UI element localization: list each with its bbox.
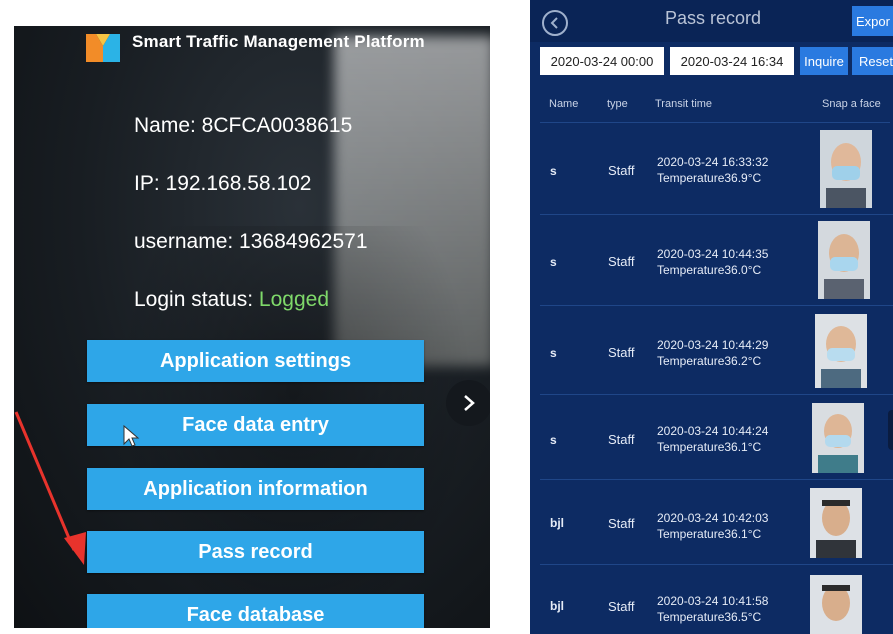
row-transit-time: 2020-03-24 10:44:24 Temperature36.1°C: [657, 423, 768, 455]
application-information-button[interactable]: Application information: [87, 468, 424, 510]
chevron-right-icon: [464, 395, 475, 411]
column-header-transit-time: Transit time: [655, 98, 713, 110]
face-photo-icon: [815, 314, 867, 388]
application-settings-button[interactable]: Application settings: [87, 340, 424, 382]
face-photo-icon: [810, 575, 862, 634]
back-arrow-icon: [550, 17, 558, 29]
table-row[interactable]: s Staff 2020-03-24 10:44:29 Temperature3…: [540, 306, 893, 395]
device-ip: IP: 192.168.58.102: [134, 172, 312, 195]
login-status: Login status: Logged: [134, 288, 329, 312]
row-type: Staff: [608, 345, 635, 360]
row-time: 2020-03-24 10:44:29: [657, 338, 769, 352]
row-type: Staff: [608, 163, 635, 178]
table-row[interactable]: s Staff 2020-03-24 10:44:35 Temperature3…: [540, 215, 893, 306]
row-temperature: Temperature36.2°C: [657, 354, 762, 368]
page-title: Pass record: [665, 8, 762, 28]
row-transit-time: 2020-03-24 10:41:58 Temperature36.5°C: [657, 593, 768, 625]
cursor-icon: [123, 424, 140, 447]
row-transit-time: 2020-03-24 10:44:35 Temperature36.0°C: [657, 246, 768, 278]
row-transit-time: 2020-03-24 10:42:03 Temperature36.1°C: [657, 510, 768, 542]
row-temperature: Temperature36.9°C: [657, 171, 762, 185]
row-name: s: [550, 433, 557, 447]
export-button[interactable]: Expor: [852, 6, 893, 36]
back-button[interactable]: [542, 10, 568, 36]
column-header-name: Name: [549, 98, 579, 110]
row-name: s: [550, 255, 557, 269]
row-time: 2020-03-24 16:33:32: [657, 155, 769, 169]
logo-icon: [86, 34, 120, 62]
table-row[interactable]: s Staff 2020-03-24 16:33:32 Temperature3…: [540, 124, 893, 215]
row-name: bjl: [550, 599, 564, 613]
device-username: username: 13684962571: [134, 230, 368, 253]
table-row[interactable]: s Staff 2020-03-24 10:44:24 Temperature3…: [540, 395, 893, 480]
login-status-value: Logged: [258, 288, 329, 311]
row-name: s: [550, 164, 557, 178]
row-type: Staff: [608, 254, 635, 269]
row-type: Staff: [608, 432, 635, 447]
red-arrow-icon: [14, 411, 86, 565]
header-divider: [540, 122, 890, 123]
row-temperature: Temperature36.1°C: [657, 527, 762, 541]
row-time: 2020-03-24 10:44:35: [657, 247, 769, 261]
side-scroll-handle[interactable]: [888, 410, 893, 450]
row-name: s: [550, 346, 557, 360]
row-time: 2020-03-24 10:44:24: [657, 424, 769, 438]
face-photo-icon: [818, 221, 870, 299]
reset-button[interactable]: Reset: [852, 47, 893, 75]
row-type: Staff: [608, 599, 635, 614]
pass-record-button[interactable]: Pass record: [87, 531, 424, 573]
row-time: 2020-03-24 10:42:03: [657, 511, 769, 525]
device-name: Name: 8CFCA0038615: [134, 114, 353, 137]
row-temperature: Temperature36.1°C: [657, 440, 762, 454]
column-header-type: type: [607, 98, 628, 110]
face-photo-icon: [820, 130, 872, 208]
inquire-button[interactable]: Inquire: [800, 47, 848, 75]
login-status-label: Login status:: [134, 288, 259, 311]
next-page-button[interactable]: [446, 380, 490, 426]
row-name: bjl: [550, 516, 564, 530]
row-time: 2020-03-24 10:41:58: [657, 594, 769, 608]
column-header-snap-face: Snap a face: [822, 98, 881, 110]
pass-record-screen: Pass record Expor 2020-03-24 00:00 2020-…: [530, 0, 893, 634]
face-photo-icon: [812, 403, 864, 473]
face-database-button[interactable]: Face database: [87, 594, 424, 628]
table-row[interactable]: bjl Staff 2020-03-24 10:41:58 Temperatur…: [540, 565, 893, 634]
start-date-field[interactable]: 2020-03-24 00:00: [540, 47, 664, 75]
row-temperature: Temperature36.5°C: [657, 610, 762, 624]
row-type: Staff: [608, 516, 635, 531]
face-photo-icon: [810, 488, 862, 558]
row-transit-time: 2020-03-24 10:44:29 Temperature36.2°C: [657, 337, 768, 369]
end-date-field[interactable]: 2020-03-24 16:34: [670, 47, 794, 75]
row-transit-time: 2020-03-24 16:33:32 Temperature36.9°C: [657, 154, 768, 186]
row-temperature: Temperature36.0°C: [657, 263, 762, 277]
table-row[interactable]: bjl Staff 2020-03-24 10:42:03 Temperatur…: [540, 480, 893, 565]
platform-title: Smart Traffic Management Platform: [132, 32, 425, 51]
left-device-screen: Smart Traffic Management Platform Name: …: [14, 26, 490, 628]
